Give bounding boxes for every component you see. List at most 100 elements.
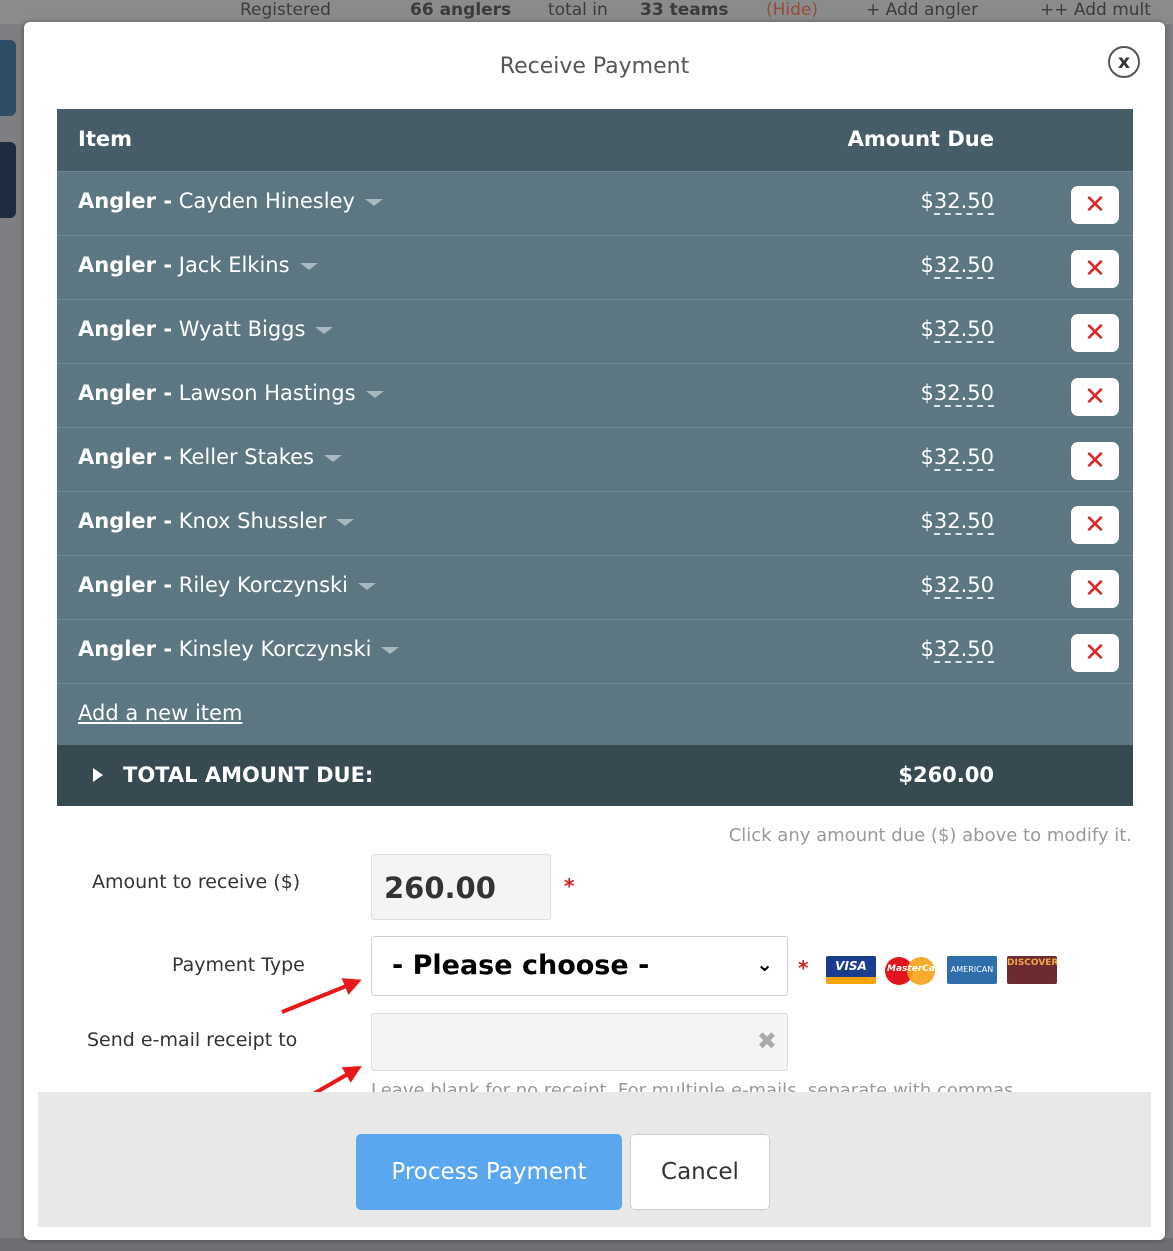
currency-symbol: $	[920, 445, 934, 469]
amount-value[interactable]: 32.50	[933, 317, 994, 343]
table-header: Item Amount Due	[57, 109, 1133, 171]
item-name: Keller Stakes	[178, 445, 314, 469]
item-type: Angler -	[78, 317, 173, 341]
amount-value[interactable]: 32.50	[933, 573, 994, 599]
caret-down-icon[interactable]	[364, 198, 383, 206]
item-label[interactable]: Angler - Wyatt Biggs	[78, 317, 334, 341]
caret-down-icon[interactable]	[324, 454, 342, 462]
amount-label: Amount to receive ($)	[92, 871, 301, 893]
delete-item-icon[interactable]: ✕	[1071, 378, 1119, 416]
delete-item-icon[interactable]: ✕	[1071, 442, 1119, 480]
item-type: Angler -	[78, 445, 173, 469]
modal-title: Receive Payment	[499, 54, 690, 79]
item-label[interactable]: Angler - Cayden Hinesley	[78, 189, 383, 213]
caret-down-icon[interactable]	[299, 262, 318, 270]
modal-footer: Process Payment Cancel	[38, 1092, 1151, 1227]
currency-symbol: $	[920, 381, 934, 405]
close-icon[interactable]: x	[1108, 46, 1140, 78]
amount-input[interactable]: 260.00	[371, 854, 551, 920]
table-row: Angler - Riley Korczynski $32.50 ✕	[57, 555, 1133, 619]
amount-due[interactable]: $32.50	[920, 317, 994, 343]
amount-due[interactable]: $32.50	[920, 573, 994, 599]
add-item-link[interactable]: Add a new item	[78, 701, 242, 725]
item-name: Knox Shussler	[178, 509, 327, 533]
add-item-row: Add a new item	[57, 683, 1133, 745]
anglers-total: 66 anglers	[410, 0, 512, 20]
amount-due[interactable]: $32.50	[921, 509, 994, 535]
item-type: Angler -	[78, 189, 173, 213]
amount-value[interactable]: 32.50	[933, 381, 994, 407]
table-row: Angler - Jack Elkins $32.50 ✕	[57, 235, 1133, 299]
item-label[interactable]: Angler - Knox Shussler	[78, 509, 355, 533]
caret-down-icon[interactable]	[365, 390, 384, 398]
caret-down-icon[interactable]	[336, 518, 355, 526]
item-label[interactable]: Angler - Lawson Hastings	[78, 381, 384, 405]
table-row: Angler - Cayden Hinesley $32.50 ✕	[57, 171, 1133, 235]
item-name: Riley Korczynski	[178, 573, 349, 597]
item-label[interactable]: Angler - Jack Elkins	[78, 253, 318, 277]
modify-hint: Click any amount due ($) above to modify…	[728, 825, 1132, 846]
column-header-item: Item	[78, 127, 132, 151]
item-type: Angler -	[78, 253, 173, 277]
delete-item-icon[interactable]: ✕	[1071, 634, 1119, 672]
amount-due[interactable]: $32.50	[920, 381, 994, 407]
payment-type-select[interactable]: - Please choose - ⌄	[371, 936, 788, 996]
mastercard-icon: MasterCard	[885, 956, 946, 985]
hide-link[interactable]: (Hide)	[766, 0, 818, 20]
teams-count: 33 teams	[640, 0, 729, 20]
table-row: Angler - Knox Shussler $32.50 ✕	[57, 491, 1133, 555]
required-mark: *	[798, 956, 809, 980]
delete-item-icon[interactable]: ✕	[1071, 250, 1119, 288]
background-side-tab	[0, 142, 16, 218]
caret-down-icon[interactable]	[358, 582, 377, 590]
amount-due[interactable]: $32.50	[921, 189, 994, 215]
clear-icon[interactable]: ✖	[757, 1027, 777, 1055]
amount-due[interactable]: $32.50	[920, 445, 994, 471]
discover-icon: DISCOVER	[1007, 956, 1058, 984]
table-row: Angler - Keller Stakes $32.50 ✕	[57, 427, 1133, 491]
item-name: Lawson Hastings	[178, 381, 356, 405]
cancel-button[interactable]: Cancel	[630, 1134, 770, 1210]
amount-value[interactable]: 32.50	[933, 253, 994, 279]
item-label[interactable]: Angler - Riley Korczynski	[78, 573, 377, 597]
amount-value[interactable]: 32.50	[933, 637, 994, 663]
total-in: total in	[548, 0, 608, 20]
payment-type-value: - Please choose -	[392, 950, 650, 981]
registered-label: Registered	[240, 0, 331, 20]
column-header-amount: Amount Due	[847, 127, 994, 151]
total-row[interactable]: TOTAL AMOUNT DUE: $260.00	[57, 745, 1133, 806]
delete-item-icon[interactable]: ✕	[1071, 186, 1119, 224]
visa-icon: VISA	[826, 956, 876, 984]
item-type: Angler -	[78, 573, 173, 597]
amount-value[interactable]: 32.50	[933, 445, 994, 471]
delete-item-icon[interactable]: ✕	[1071, 506, 1119, 544]
email-receipt-input[interactable]: ✖	[371, 1013, 788, 1071]
caret-down-icon[interactable]	[315, 326, 334, 334]
item-label[interactable]: Angler - Keller Stakes	[78, 445, 342, 469]
item-name: Wyatt Biggs	[178, 317, 306, 341]
amount-due[interactable]: $32.50	[920, 637, 994, 663]
chevron-down-icon: ⌄	[756, 952, 773, 976]
amount-value[interactable]: 32.50	[933, 189, 994, 215]
required-mark: *	[564, 874, 575, 898]
add-multiple-link[interactable]: ++ Add mult	[1040, 0, 1151, 20]
amount-value[interactable]: 32.50	[933, 509, 994, 535]
expand-triangle-icon[interactable]	[93, 768, 103, 782]
caret-down-icon[interactable]	[381, 646, 400, 654]
add-angler-link[interactable]: + Add angler	[866, 0, 978, 20]
delete-item-icon[interactable]: ✕	[1071, 314, 1119, 352]
delete-item-icon[interactable]: ✕	[1071, 570, 1119, 608]
background-header: Registered 66 anglers total in 33 teams …	[0, 0, 1173, 24]
item-type: Angler -	[78, 637, 173, 661]
currency-symbol: $	[920, 573, 934, 597]
total-label: TOTAL AMOUNT DUE:	[123, 763, 374, 787]
amount-due[interactable]: $32.50	[921, 253, 994, 279]
process-payment-button[interactable]: Process Payment	[356, 1134, 622, 1210]
annotation-arrow	[281, 979, 359, 1014]
currency-symbol: $	[920, 317, 934, 341]
item-name: Cayden Hinesley	[178, 189, 355, 213]
item-label[interactable]: Angler - Kinsley Korczynski	[78, 637, 400, 661]
currency-symbol: $	[920, 637, 934, 661]
email-label: Send e-mail receipt to	[87, 1029, 298, 1051]
table-row: Angler - Kinsley Korczynski $32.50 ✕	[57, 619, 1133, 683]
